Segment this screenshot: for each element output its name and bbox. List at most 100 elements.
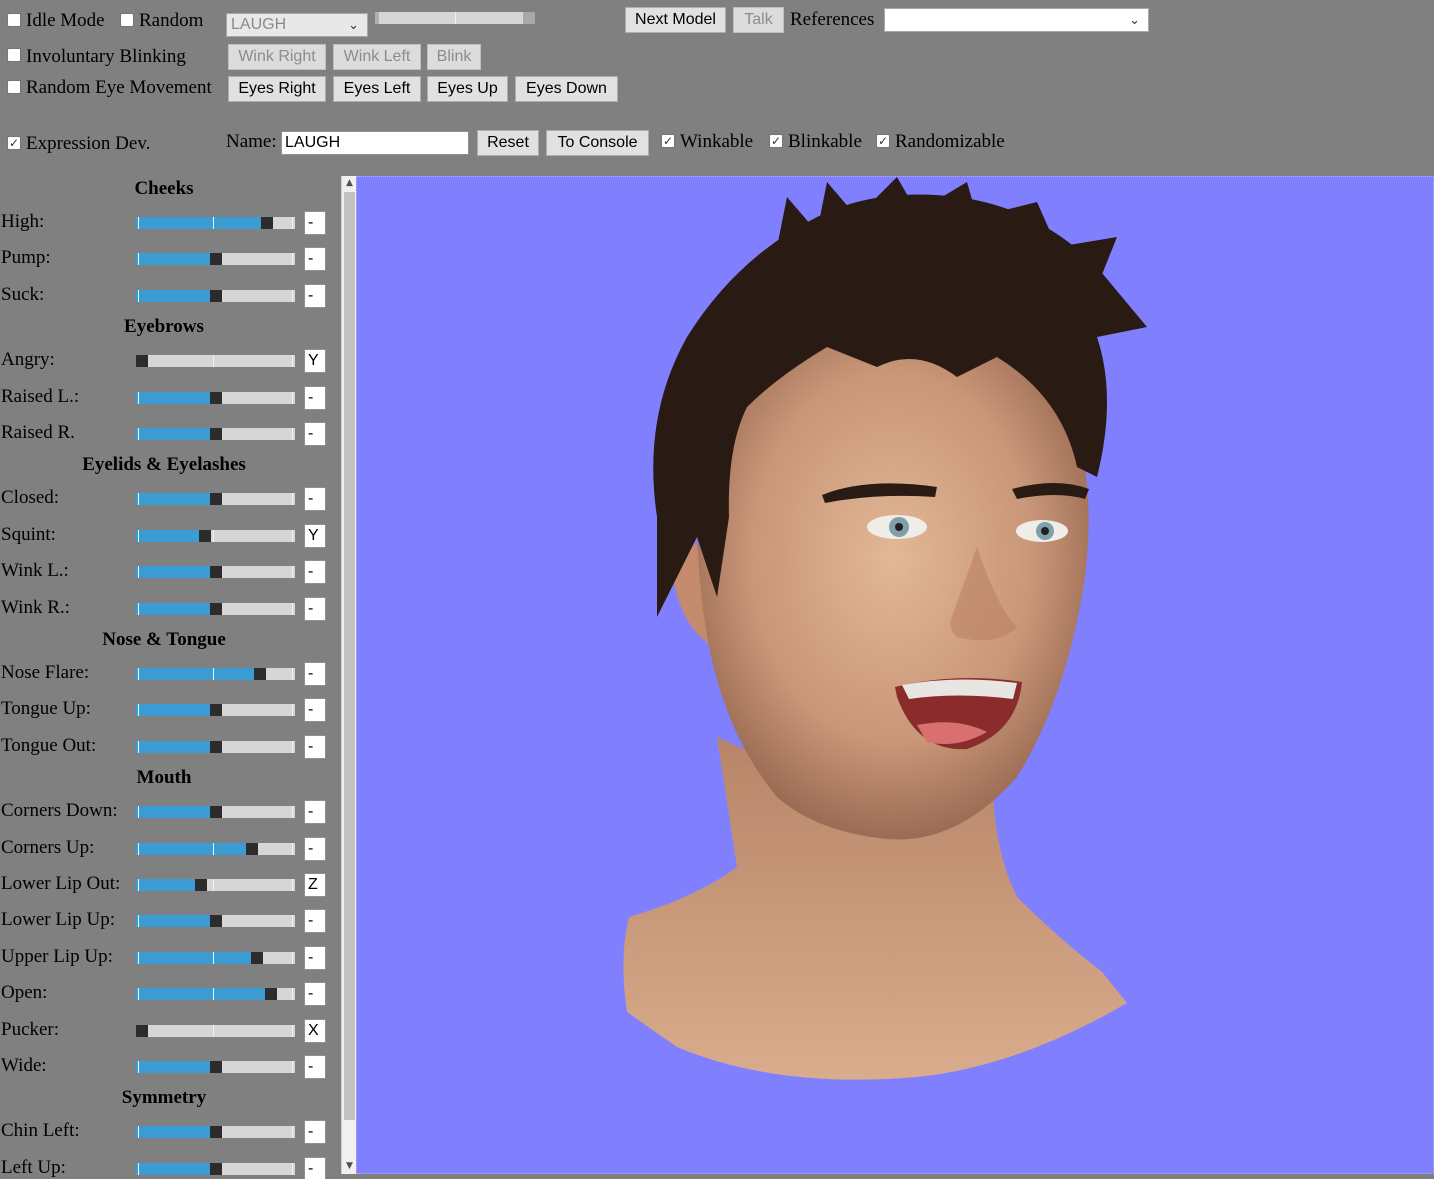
slider-thumb[interactable] <box>210 566 222 579</box>
slider-closed[interactable] <box>136 493 295 506</box>
slider-raised-r[interactable] <box>136 428 295 440</box>
to-console-button[interactable]: To Console <box>546 130 649 156</box>
winkable-checkbox[interactable]: ✓ <box>661 134 675 148</box>
expression-select[interactable]: LAUGH ⌄ <box>226 13 368 37</box>
slider-key-input-corners-up[interactable]: - <box>304 836 326 861</box>
slider-corners-up[interactable] <box>136 842 295 855</box>
references-select[interactable]: ⌄ <box>884 8 1149 32</box>
slider-thumb[interactable] <box>261 217 273 229</box>
eyes-right-button[interactable]: Eyes Right <box>228 76 326 102</box>
slider-thumb[interactable] <box>246 842 258 855</box>
slider-label-raised-r: Raised R. <box>1 422 75 443</box>
slider-thumb[interactable] <box>210 493 222 506</box>
eyes-left-button[interactable]: Eyes Left <box>333 76 421 102</box>
random-checkbox[interactable] <box>120 13 134 27</box>
slider-key-input-tongue-out[interactable]: - <box>304 734 326 759</box>
slider-key-input-lower-lip-out[interactable]: Z <box>304 873 326 897</box>
slider-thumb[interactable] <box>251 951 263 964</box>
slider-thumb[interactable] <box>136 1024 148 1037</box>
slider-key-input-pump[interactable]: - <box>304 247 326 272</box>
slider-key-input-wink-r[interactable]: - <box>304 596 326 621</box>
slider-key-input-closed[interactable]: - <box>304 487 326 512</box>
scroll-down-icon[interactable]: ▼ <box>342 1159 357 1174</box>
slider-thumb[interactable] <box>210 704 222 717</box>
slider-key-input-pucker[interactable]: X <box>304 1018 326 1043</box>
slider-key-input-open[interactable]: - <box>304 982 326 1007</box>
slider-left-up[interactable] <box>136 1162 295 1175</box>
3d-viewport[interactable] <box>356 176 1434 1174</box>
slider-lower-lip-up[interactable] <box>136 915 295 928</box>
slider-key-input-raised-r[interactable]: - <box>304 422 326 446</box>
slider-key-input-suck[interactable]: - <box>304 283 326 308</box>
slider-key-input-wink-l[interactable]: - <box>304 560 326 585</box>
slider-lower-lip-out[interactable] <box>136 879 295 891</box>
slider-tongue-out[interactable] <box>136 740 295 753</box>
slider-nose-flare[interactable] <box>136 668 295 680</box>
slider-key-input-wide[interactable]: - <box>304 1055 326 1079</box>
slider-thumb[interactable] <box>210 1126 222 1139</box>
scrollbar-thumb[interactable] <box>344 192 355 1120</box>
slider-thumb[interactable] <box>265 988 277 1001</box>
slider-key-input-squint[interactable]: Y <box>304 523 326 548</box>
slider-pump[interactable] <box>136 253 295 266</box>
slider-thumb[interactable] <box>195 879 207 891</box>
slider-pucker[interactable] <box>136 1024 295 1037</box>
slider-corners-down[interactable] <box>136 806 295 819</box>
slider-thumb[interactable] <box>210 391 222 404</box>
randomizable-checkbox[interactable]: ✓ <box>876 134 890 148</box>
slider-wink-l[interactable] <box>136 566 295 579</box>
slider-thumb[interactable] <box>210 1162 222 1175</box>
slider-angry[interactable] <box>136 355 295 368</box>
slider-wide[interactable] <box>136 1061 295 1073</box>
expression-dev-checkbox[interactable]: ✓ <box>7 136 21 150</box>
slider-open[interactable] <box>136 988 295 1001</box>
slider-thumb[interactable] <box>210 1061 222 1073</box>
slider-upper-lip-up[interactable] <box>136 951 295 964</box>
slider-key-input-angry[interactable]: Y <box>304 349 326 374</box>
next-model-button[interactable]: Next Model <box>625 7 726 33</box>
wink-right-button[interactable]: Wink Right <box>228 44 326 70</box>
slider-tick <box>292 668 293 680</box>
slider-key-input-upper-lip-up[interactable]: - <box>304 945 326 970</box>
slider-thumb[interactable] <box>210 740 222 753</box>
eyes-down-button[interactable]: Eyes Down <box>515 76 618 102</box>
slider-key-input-nose-flare[interactable]: - <box>304 662 326 686</box>
blinkable-checkbox[interactable]: ✓ <box>769 134 783 148</box>
blink-button[interactable]: Blink <box>427 44 481 70</box>
slider-key-input-corners-down[interactable]: - <box>304 800 326 825</box>
slider-squint[interactable] <box>136 529 295 542</box>
slider-thumb[interactable] <box>210 602 222 615</box>
involuntary-blinking-checkbox[interactable] <box>7 48 21 62</box>
slider-key-input-tongue-up[interactable]: - <box>304 698 326 723</box>
eyes-up-button[interactable]: Eyes Up <box>427 76 508 102</box>
scroll-up-icon[interactable]: ▲ <box>342 176 357 191</box>
slider-key-input-lower-lip-up[interactable]: - <box>304 909 326 934</box>
slider-thumb[interactable] <box>210 289 222 302</box>
slider-key-input-left-up[interactable]: - <box>304 1156 326 1179</box>
expression-blend-slider[interactable] <box>375 12 535 24</box>
wink-left-button[interactable]: Wink Left <box>333 44 421 70</box>
slider-key-input-chin-left[interactable]: - <box>304 1120 326 1145</box>
panel-scrollbar[interactable]: ▲ ▼ <box>341 176 356 1174</box>
slider-raised-l[interactable] <box>136 391 295 404</box>
slider-thumb[interactable] <box>210 806 222 819</box>
slider-key-input-raised-l[interactable]: - <box>304 385 326 410</box>
slider-wink-r[interactable] <box>136 602 295 615</box>
name-input[interactable]: LAUGH <box>281 131 469 155</box>
idle-mode-checkbox[interactable] <box>7 13 21 27</box>
slider-suck[interactable] <box>136 289 295 302</box>
slider-thumb[interactable] <box>254 668 266 680</box>
slider-thumb[interactable] <box>210 915 222 928</box>
talk-button[interactable]: Talk <box>733 7 784 33</box>
expression-blend-thumb[interactable] <box>375 12 379 24</box>
slider-thumb[interactable] <box>136 355 148 368</box>
slider-high[interactable] <box>136 217 295 229</box>
slider-thumb[interactable] <box>210 428 222 440</box>
slider-key-input-high[interactable]: - <box>304 211 326 235</box>
slider-thumb[interactable] <box>199 529 211 542</box>
reset-button[interactable]: Reset <box>477 130 539 156</box>
slider-thumb[interactable] <box>210 253 222 266</box>
slider-chin-left[interactable] <box>136 1126 295 1139</box>
random-eye-movement-checkbox[interactable] <box>7 80 21 94</box>
slider-tongue-up[interactable] <box>136 704 295 717</box>
